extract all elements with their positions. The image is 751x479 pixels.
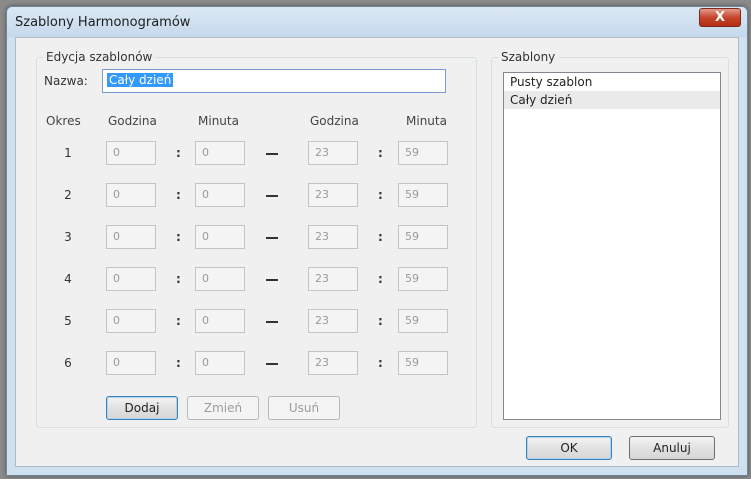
window-title: Szablony Harmonogramów: [15, 15, 191, 30]
templates-dialog: Szablony Harmonogramów X Edycja szablonó…: [6, 6, 748, 476]
colon-separator: :: [378, 314, 383, 328]
header-start-minute: Minuta: [198, 114, 239, 128]
period-number: 1: [64, 146, 72, 160]
range-dash: [266, 195, 278, 197]
period-number: 2: [64, 188, 72, 202]
end-hour-input[interactable]: 23: [308, 309, 358, 333]
start-minute-input[interactable]: 0: [195, 225, 245, 249]
colon-separator: :: [176, 146, 181, 160]
header-end-hour: Godzina: [310, 114, 359, 128]
close-icon: X: [714, 10, 726, 25]
template-item[interactable]: Cały dzień: [504, 91, 720, 109]
start-minute-input[interactable]: 0: [195, 351, 245, 375]
end-hour-input[interactable]: 23: [308, 351, 358, 375]
range-dash: [266, 153, 278, 155]
change-button[interactable]: Zmień: [187, 396, 259, 420]
end-hour-input[interactable]: 23: [308, 141, 358, 165]
end-hour-input[interactable]: 23: [308, 183, 358, 207]
end-minute-input[interactable]: 59: [398, 267, 448, 291]
delete-button[interactable]: Usuń: [268, 396, 340, 420]
colon-separator: :: [378, 356, 383, 370]
colon-separator: :: [378, 146, 383, 160]
start-hour-input[interactable]: 0: [106, 183, 156, 207]
colon-separator: :: [176, 356, 181, 370]
period-number: 4: [64, 272, 72, 286]
start-minute-input[interactable]: 0: [195, 183, 245, 207]
range-dash: [266, 279, 278, 281]
start-hour-input[interactable]: 0: [106, 141, 156, 165]
range-dash: [266, 237, 278, 239]
colon-separator: :: [176, 314, 181, 328]
template-item[interactable]: Pusty szablon: [504, 73, 720, 91]
start-hour-input[interactable]: 0: [106, 267, 156, 291]
close-button[interactable]: X: [699, 8, 741, 27]
header-period: Okres: [46, 114, 81, 128]
period-number: 3: [64, 230, 72, 244]
range-dash: [266, 321, 278, 323]
colon-separator: :: [176, 272, 181, 286]
templates-legend: Szablony: [501, 50, 556, 64]
dialog-body: Edycja szablonów Nazwa: Cały dzień Okres…: [15, 37, 739, 467]
period-number: 5: [64, 314, 72, 328]
colon-separator: :: [176, 230, 181, 244]
range-dash: [266, 363, 278, 365]
start-hour-input[interactable]: 0: [106, 225, 156, 249]
edit-templates-legend: Edycja szablonów: [46, 50, 153, 64]
header-end-minute: Minuta: [406, 114, 447, 128]
end-minute-input[interactable]: 59: [398, 141, 448, 165]
colon-separator: :: [378, 272, 383, 286]
colon-separator: :: [176, 188, 181, 202]
name-input-value: Cały dzień: [107, 73, 174, 87]
period-number: 6: [64, 356, 72, 370]
start-hour-input[interactable]: 0: [106, 309, 156, 333]
name-input[interactable]: Cały dzień: [102, 69, 446, 93]
cancel-button[interactable]: Anuluj: [629, 436, 715, 460]
end-minute-input[interactable]: 59: [398, 309, 448, 333]
start-minute-input[interactable]: 0: [195, 309, 245, 333]
end-minute-input[interactable]: 59: [398, 351, 448, 375]
name-label: Nazwa:: [44, 74, 88, 88]
end-hour-input[interactable]: 23: [308, 267, 358, 291]
start-minute-input[interactable]: 0: [195, 141, 245, 165]
start-hour-input[interactable]: 0: [106, 351, 156, 375]
end-minute-input[interactable]: 59: [398, 183, 448, 207]
end-minute-input[interactable]: 59: [398, 225, 448, 249]
end-hour-input[interactable]: 23: [308, 225, 358, 249]
header-start-hour: Godzina: [108, 114, 157, 128]
templates-listbox[interactable]: Pusty szablon Cały dzień: [503, 72, 721, 420]
title-bar[interactable]: Szablony Harmonogramów X: [7, 7, 747, 37]
colon-separator: :: [378, 188, 383, 202]
colon-separator: :: [378, 230, 383, 244]
add-button[interactable]: Dodaj: [106, 396, 178, 420]
start-minute-input[interactable]: 0: [195, 267, 245, 291]
ok-button[interactable]: OK: [526, 436, 612, 460]
